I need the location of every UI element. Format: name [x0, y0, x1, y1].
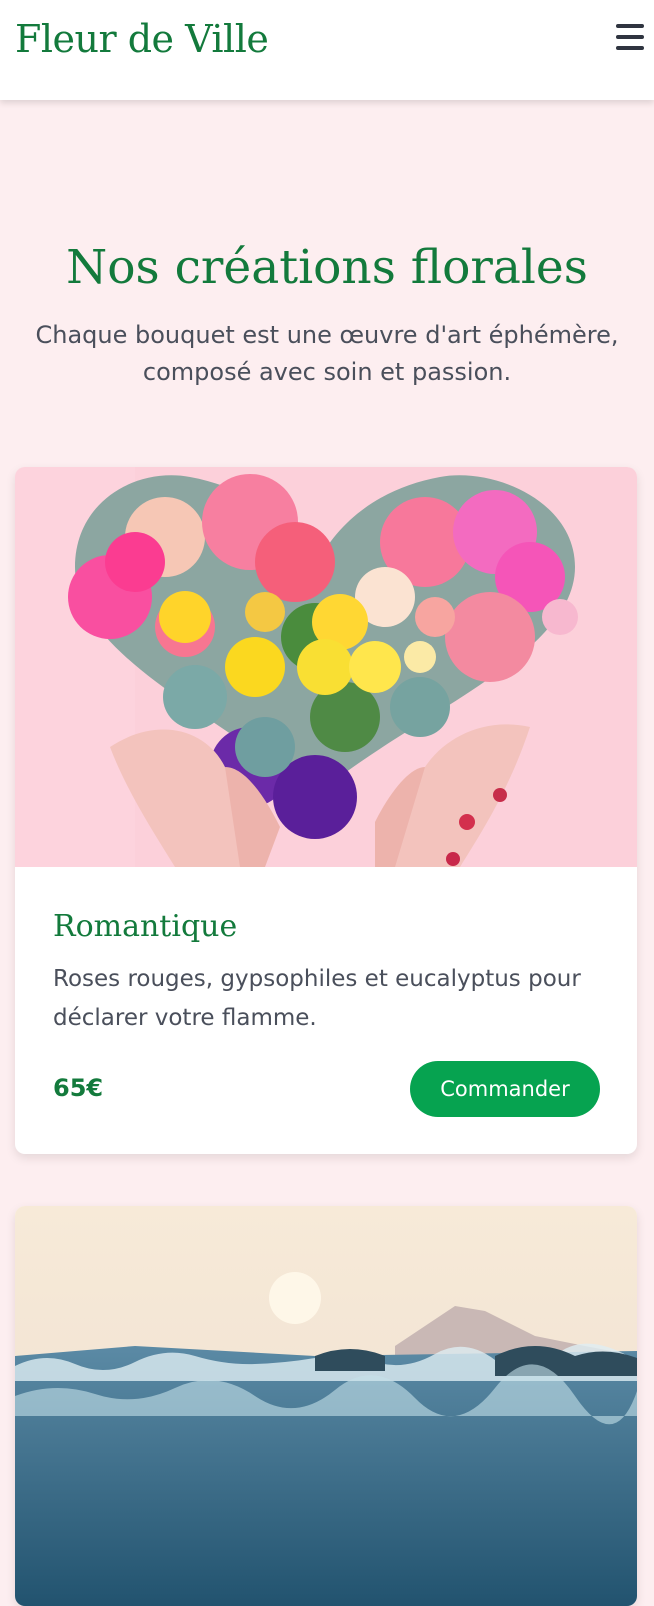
collection-section: Nos créations florales Chaque bouquet es… [0, 100, 654, 1606]
product-card-2 [15, 1206, 637, 1606]
brand-logo-text[interactable]: Fleur de Ville [15, 14, 269, 64]
product-title: Romantique [53, 909, 238, 944]
section-title: Nos créations florales [66, 240, 588, 295]
product-description: Roses rouges, gypsophiles et eucalyptus … [53, 966, 581, 1031]
menu-line-bottom [616, 46, 644, 50]
section-subtitle: Chaque bouquet est une œuvre d'art éphém… [35, 321, 619, 386]
heart-bouquet-image [15, 467, 637, 867]
site-header: Fleur de Ville [0, 0, 654, 100]
product-card-body: Romantique Roses rouges, gypsophiles et … [15, 867, 637, 1154]
order-button[interactable]: Commander [410, 1061, 600, 1117]
product-price: 65€ [53, 1074, 104, 1102]
sea-waves-image [15, 1206, 637, 1606]
hamburger-menu-icon[interactable] [616, 24, 644, 50]
menu-line-top [616, 24, 644, 28]
product-card-romantique: Romantique Roses rouges, gypsophiles et … [15, 467, 637, 1154]
menu-line-middle [616, 35, 644, 39]
